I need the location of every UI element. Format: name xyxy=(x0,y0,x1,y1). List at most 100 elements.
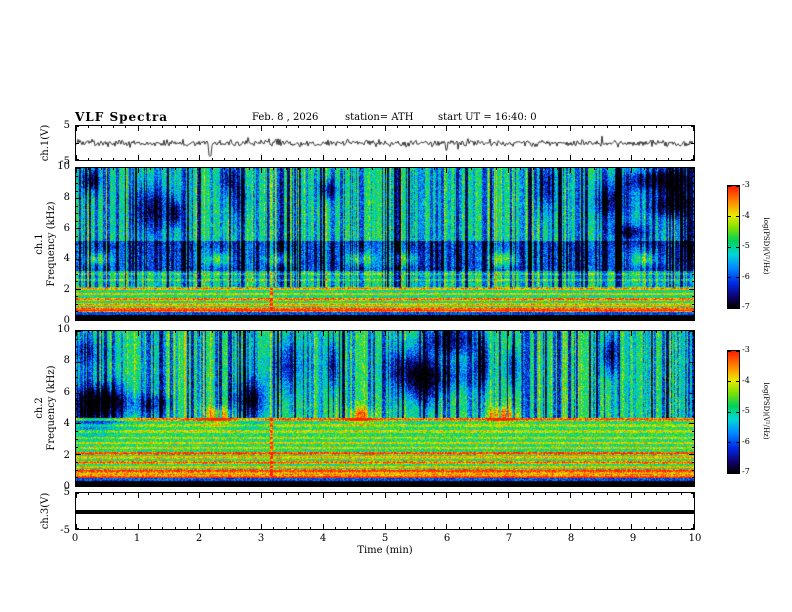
x-tick xyxy=(323,524,324,529)
x-tick xyxy=(150,527,151,529)
x-tick xyxy=(483,168,484,170)
y-tick xyxy=(692,477,694,478)
y-tick xyxy=(76,296,78,297)
x-tick xyxy=(656,318,657,320)
x-tick xyxy=(422,126,423,128)
vlf-spectra-figure: VLF Spectra Feb. 8 , 2026 station= ATH s… xyxy=(0,0,792,612)
ch1-waveform-panel xyxy=(75,125,695,161)
x-tick xyxy=(323,155,324,160)
x-tick xyxy=(619,126,620,128)
colorbar-1 xyxy=(727,185,740,309)
x-tick xyxy=(607,158,608,160)
x-tick xyxy=(607,168,608,170)
x-tick xyxy=(656,126,657,128)
y-tick xyxy=(76,354,78,355)
x-tick xyxy=(434,493,435,495)
x-tick xyxy=(434,331,435,333)
colorbar-tick-label: -4 xyxy=(742,375,750,385)
volt-tick-label: -5 xyxy=(60,525,70,536)
colorbar-tick xyxy=(728,442,731,443)
x-tick xyxy=(125,168,126,170)
volt-tick-label: -5 xyxy=(60,156,70,167)
x-tick xyxy=(310,168,311,170)
x-tick xyxy=(619,318,620,320)
x-tick xyxy=(557,126,558,128)
x-tick xyxy=(310,493,311,495)
ch2-frequency-axis-label: Frequency (kHz) xyxy=(46,365,57,451)
x-tick xyxy=(508,155,509,160)
x-tick xyxy=(681,527,682,529)
x-tick xyxy=(236,168,237,170)
x-tick-label: 2 xyxy=(195,533,203,544)
y-tick xyxy=(76,213,78,214)
x-tick xyxy=(249,331,250,333)
x-tick xyxy=(335,168,336,170)
x-tick xyxy=(409,318,410,320)
x-tick-label: 10 xyxy=(688,533,702,544)
x-tick xyxy=(434,527,435,529)
y-tick xyxy=(76,221,78,222)
freq-tick-label: 6 xyxy=(63,386,70,398)
ch1-frequency-axis-label: Frequency (kHz) xyxy=(46,201,57,287)
ch2-spectrogram-panel xyxy=(75,330,695,487)
y-tick xyxy=(692,274,694,275)
y-tick xyxy=(692,244,694,245)
x-tick xyxy=(298,168,299,170)
y-tick xyxy=(691,126,694,127)
x-tick xyxy=(656,527,657,529)
y-tick xyxy=(76,439,78,440)
x-tick xyxy=(619,331,620,333)
x-tick xyxy=(434,318,435,320)
x-tick xyxy=(212,318,213,320)
x-tick xyxy=(409,527,410,529)
x-tick xyxy=(187,168,188,170)
x-tick xyxy=(631,331,632,336)
x-tick xyxy=(668,168,669,170)
x-tick xyxy=(434,158,435,160)
ch2-spectrogram-ylabel: ch.2 Frequency (kHz) xyxy=(34,365,58,450)
x-tick xyxy=(113,126,114,128)
x-tick xyxy=(212,527,213,529)
colorbar-tick xyxy=(728,186,731,187)
x-tick xyxy=(199,493,200,498)
x-tick xyxy=(162,331,163,333)
x-tick xyxy=(347,331,348,333)
x-tick xyxy=(545,484,546,486)
x-tick xyxy=(273,158,274,160)
x-tick xyxy=(533,158,534,160)
colorbar-tick xyxy=(736,247,739,248)
x-tick xyxy=(88,158,89,160)
x-tick xyxy=(570,481,571,486)
colorbar-tick-label: -5 xyxy=(742,241,750,250)
x-tick xyxy=(644,168,645,170)
volt-tick-label: 5 xyxy=(63,487,70,498)
colorbar-tick xyxy=(736,307,739,308)
x-tick xyxy=(644,331,645,333)
x-tick xyxy=(471,527,472,529)
x-tick xyxy=(298,158,299,160)
x-tick xyxy=(471,158,472,160)
figure-title: VLF Spectra xyxy=(75,110,169,124)
x-tick xyxy=(273,168,274,170)
x-tick xyxy=(323,493,324,498)
x-tick xyxy=(409,331,410,333)
colorbar-tick xyxy=(728,216,731,217)
x-tick xyxy=(594,318,595,320)
x-tick xyxy=(113,318,114,320)
x-tick xyxy=(533,484,534,486)
x-tick xyxy=(385,155,386,160)
x-tick xyxy=(113,527,114,529)
x-tick xyxy=(286,318,287,320)
x-tick-label: 4 xyxy=(319,533,327,544)
x-tick xyxy=(483,318,484,320)
x-tick xyxy=(372,158,373,160)
y-tick xyxy=(76,198,81,199)
x-tick xyxy=(323,126,324,131)
x-tick xyxy=(298,331,299,333)
x-tick xyxy=(422,527,423,529)
station-label: station= ATH xyxy=(345,112,414,123)
y-tick xyxy=(76,159,79,160)
x-tick xyxy=(101,318,102,320)
x-tick xyxy=(607,493,608,495)
x-tick xyxy=(422,168,423,170)
